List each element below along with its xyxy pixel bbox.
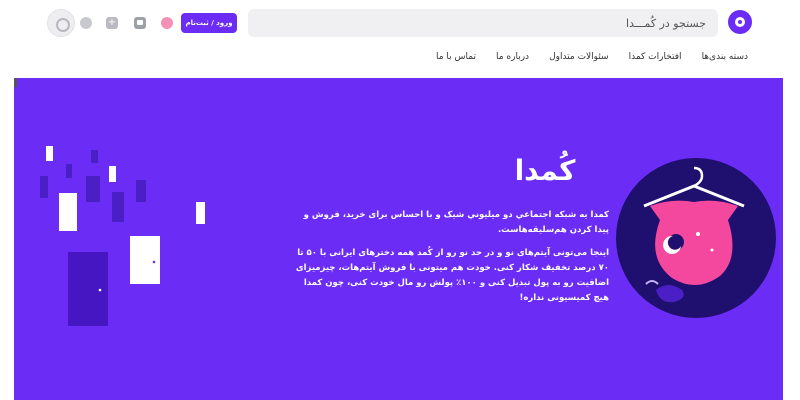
search-input[interactable]: جستجو در کُمـــدا	[248, 9, 718, 37]
brand-logo: کُمدا	[514, 154, 576, 187]
search-icon[interactable]	[80, 17, 92, 29]
hero-paragraph-2: اینجا می‌تونی آیتم‌های نو و در حد نو رو …	[295, 248, 609, 303]
nav-item-faq[interactable]: سئوالات متداول	[549, 52, 609, 62]
search-placeholder: جستجو در کُمـــدا	[625, 16, 706, 30]
hero-edge-marker	[14, 78, 17, 87]
nav-item-contact[interactable]: تماس با ما	[436, 52, 476, 62]
doors-illustration	[40, 146, 205, 326]
hero-paragraph-1: کمدا یه شبکه اجتماعي دو ميليوني شیک و با…	[303, 210, 609, 235]
hero-banner: کُمدا کمدا یه شبکه اجتماعي دو ميليوني شی…	[14, 78, 783, 400]
site-header: جستجو در کُمـــدا ورود / ثبت‌نام + دسته …	[0, 0, 800, 78]
plus-icon[interactable]: +	[106, 17, 118, 29]
hero-description: کمدا یه شبکه اجتماعي دو ميليوني شیک و با…	[289, 208, 609, 306]
logo-icon[interactable]	[728, 10, 752, 34]
nav-item-categories[interactable]: دسته بندی‌ها	[702, 52, 748, 62]
user-avatar-icon[interactable]	[47, 9, 75, 37]
nav-item-honors[interactable]: افتخارات کمدا	[629, 52, 682, 62]
sell-icon[interactable]	[161, 17, 173, 29]
login-button[interactable]: ورود / ثبت‌نام	[181, 13, 237, 33]
main-nav: دسته بندی‌ها افتخارات کمدا سئوالات متداو…	[436, 52, 748, 62]
hanger-dress-illustration	[616, 158, 776, 318]
nav-item-about[interactable]: درباره ما	[496, 52, 529, 62]
store-icon[interactable]	[134, 17, 146, 29]
